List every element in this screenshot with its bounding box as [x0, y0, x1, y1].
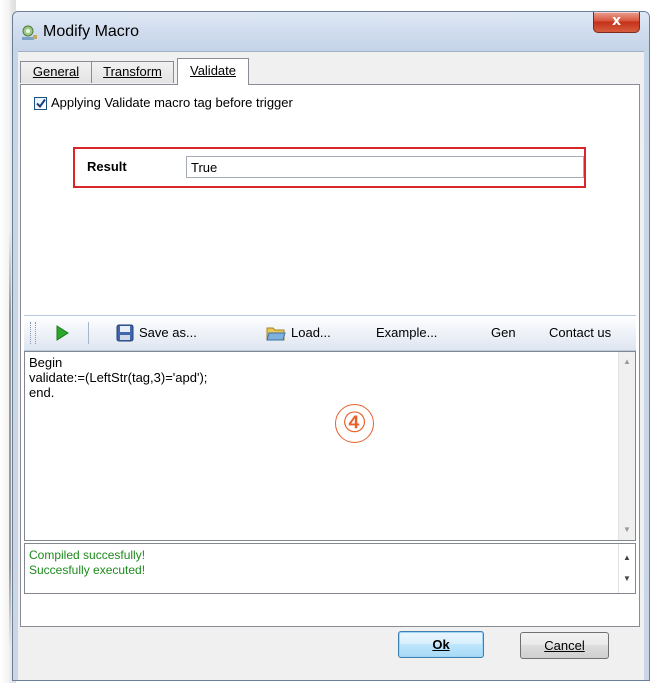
- scroll-down-icon[interactable]: ▼: [623, 575, 631, 583]
- load-button[interactable]: Load...: [266, 316, 361, 350]
- load-label: Load...: [291, 325, 331, 340]
- macro-toolbar: Save as... Load... Example... Gen Contac…: [24, 315, 636, 351]
- toolbar-grip[interactable]: [30, 322, 36, 344]
- window-title: Modify Macro: [43, 23, 140, 40]
- message-line: Succesfully executed!: [29, 563, 146, 577]
- ok-label: Ok: [432, 637, 450, 652]
- result-field[interactable]: True: [186, 156, 584, 178]
- macro-app-icon: [22, 25, 37, 40]
- compiler-messages: Compiled succesfully! Succesfully execut…: [24, 543, 636, 594]
- toolbar-separator: [88, 322, 89, 344]
- step-marker-badge: ④: [335, 404, 374, 443]
- validate-panel: Applying Validate macro tag before trigg…: [20, 84, 640, 627]
- gen-button[interactable]: Gen: [491, 325, 516, 340]
- apply-validate-checkbox[interactable]: [34, 97, 47, 110]
- close-button[interactable]: x: [593, 12, 640, 33]
- tab-validate[interactable]: Validate: [177, 58, 249, 85]
- tab-transform-label: Transform: [103, 64, 162, 79]
- code-editor[interactable]: Begin validate:=(LeftStr(tag,3)='apd'); …: [24, 351, 636, 541]
- cancel-label: Cancel: [544, 638, 585, 653]
- save-as-button[interactable]: Save as...: [116, 316, 228, 350]
- open-folder-icon: [266, 327, 286, 341]
- code-text[interactable]: Begin validate:=(LeftStr(tag,3)='apd'); …: [29, 355, 207, 400]
- run-play-icon[interactable]: [55, 325, 69, 341]
- result-label: Result: [87, 159, 127, 174]
- contact-us-button[interactable]: Contact us: [549, 325, 611, 340]
- result-highlight-box: Result True: [73, 147, 586, 188]
- tab-general-label: General: [32, 64, 80, 79]
- scroll-up-icon[interactable]: ▲: [623, 358, 631, 366]
- message-line: Compiled succesfully!: [29, 548, 146, 562]
- messages-scrollbar[interactable]: ▲ ▼: [618, 544, 635, 593]
- tab-general[interactable]: General: [20, 61, 92, 83]
- modify-macro-dialog: Modify Macro x General Transform Validat…: [12, 11, 650, 681]
- editor-scrollbar[interactable]: ▲ ▼: [618, 352, 635, 540]
- scroll-down-icon[interactable]: ▼: [623, 526, 631, 534]
- title-bar[interactable]: Modify Macro x: [13, 12, 649, 51]
- ok-button[interactable]: Ok: [398, 631, 484, 658]
- dialog-client-area: General Transform Validate Applying Vali…: [18, 51, 644, 680]
- cancel-button[interactable]: Cancel: [520, 632, 609, 659]
- checkmark-icon: [36, 98, 46, 109]
- apply-validate-label[interactable]: Applying Validate macro tag before trigg…: [51, 95, 293, 110]
- tab-validate-label: Validate: [189, 63, 236, 78]
- example-button[interactable]: Example...: [376, 325, 437, 340]
- save-as-label: Save as...: [139, 325, 197, 340]
- tab-transform[interactable]: Transform: [91, 61, 174, 83]
- scroll-up-icon[interactable]: ▲: [623, 554, 631, 562]
- floppy-disk-icon: [116, 324, 134, 342]
- close-icon: x: [611, 13, 622, 29]
